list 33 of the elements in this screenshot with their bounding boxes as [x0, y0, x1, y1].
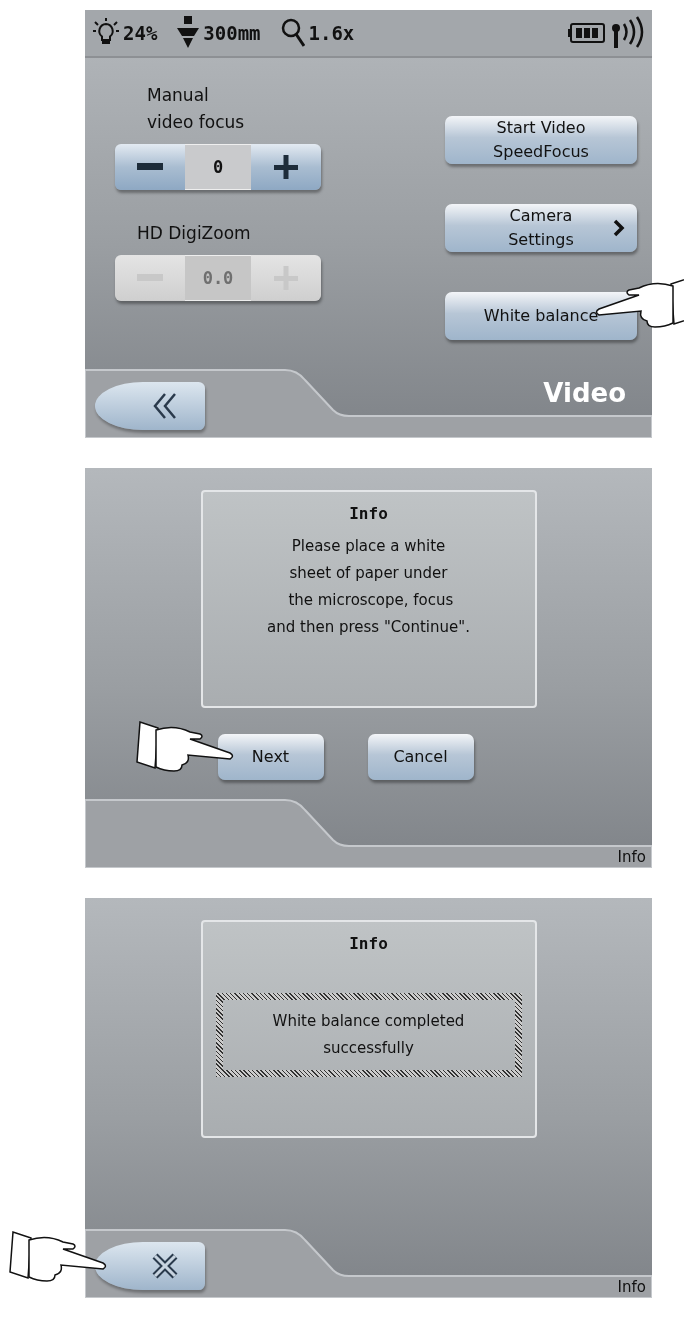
screen-title: Info [617, 848, 646, 866]
screen-title: Info [617, 1278, 646, 1296]
dialog-button[interactable]: Cancel [367, 734, 474, 780]
signal-icon [610, 16, 644, 50]
objective-icon [177, 16, 200, 50]
close-icon [151, 1252, 179, 1280]
increase-button[interactable] [251, 144, 321, 190]
plus-icon [274, 155, 298, 179]
dialog-title: Info [349, 504, 388, 523]
double-chevron-left-icon [151, 392, 179, 420]
chevron-right-icon [613, 219, 625, 237]
battery-icon [568, 23, 606, 43]
dialog-button[interactable]: Next [217, 734, 324, 780]
stepper-value: 0.0 [185, 255, 251, 301]
working-distance: 300mm [203, 22, 261, 44]
dialog-message: White balance completed successfully [272, 1011, 465, 1059]
dialog-message: Please place a white sheet of paper under the microscope, focus and then press "Continue". [267, 536, 470, 638]
plus-icon [274, 266, 298, 290]
menu-button[interactable]: Start Video SpeedFocus [445, 116, 637, 164]
nav-button[interactable] [95, 382, 205, 430]
value-stepper[interactable]: 0 [115, 144, 321, 190]
control-label: HD DigiZoom [136, 222, 252, 245]
menu-button[interactable]: Camera Settings [445, 204, 637, 252]
magnification: 1.6x [308, 22, 355, 44]
screen-title: Video [543, 378, 626, 408]
magnifier-icon [280, 18, 305, 48]
control-label: Manual video focus [146, 84, 246, 134]
illumination-level: 24% [123, 22, 158, 44]
minus-icon [137, 163, 163, 171]
decrease-button[interactable] [115, 144, 185, 190]
stepper-value: 0 [185, 144, 251, 190]
menu-button[interactable]: White balance [445, 292, 637, 340]
dialog-title: Info [349, 934, 388, 953]
